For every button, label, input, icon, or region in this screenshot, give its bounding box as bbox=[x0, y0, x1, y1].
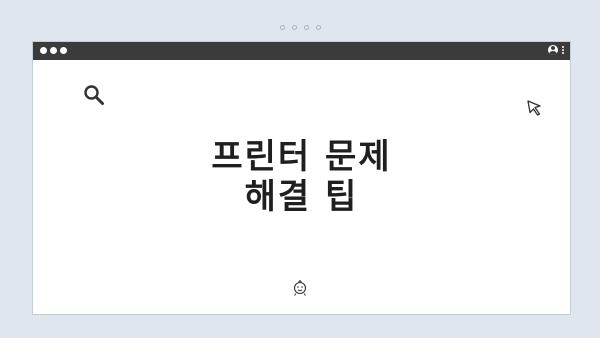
page-title-line: 해결 팁 bbox=[244, 177, 359, 217]
browser-window: 프린터 문제 해결 팁 bbox=[32, 41, 571, 315]
carousel-dots bbox=[0, 25, 600, 30]
window-controls bbox=[40, 47, 67, 54]
maximize-window-button[interactable] bbox=[60, 47, 67, 54]
page-title: 프린터 문제 해결 팁 bbox=[33, 137, 570, 217]
kebab-menu-icon[interactable] bbox=[562, 46, 564, 54]
window-titlebar bbox=[33, 42, 570, 60]
carousel-dot[interactable] bbox=[291, 25, 297, 30]
titlebar-actions bbox=[548, 45, 564, 55]
search-icon[interactable] bbox=[83, 84, 105, 106]
carousel-dot[interactable] bbox=[279, 25, 285, 30]
smiley-face-icon bbox=[293, 279, 307, 296]
page-title-line: 프린터 문제 bbox=[211, 137, 392, 177]
carousel-dot[interactable] bbox=[315, 25, 321, 30]
user-icon[interactable] bbox=[548, 45, 558, 55]
close-window-button[interactable] bbox=[40, 47, 47, 54]
carousel-dot[interactable] bbox=[303, 25, 309, 30]
cursor-icon bbox=[527, 100, 541, 116]
minimize-window-button[interactable] bbox=[50, 47, 57, 54]
